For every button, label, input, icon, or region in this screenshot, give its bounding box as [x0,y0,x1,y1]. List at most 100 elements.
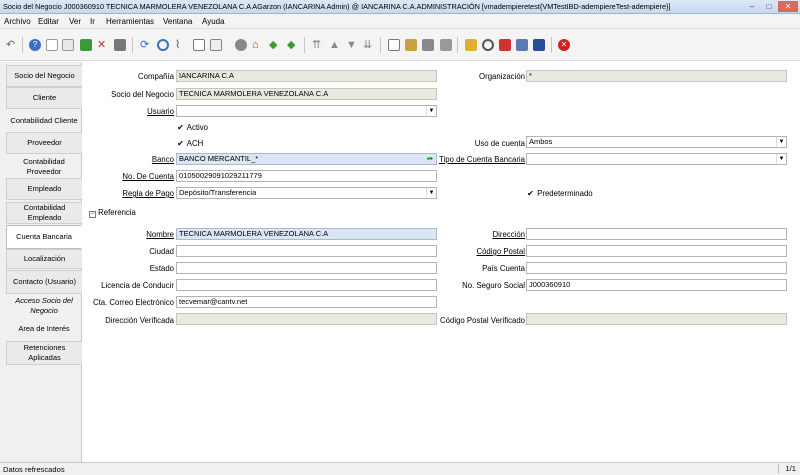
find-icon[interactable] [157,39,169,51]
minimize-button[interactable]: – [744,1,760,12]
estado-field[interactable] [176,262,437,274]
ach-checkbox[interactable]: ✔ ACH [176,139,203,148]
organizacion-field[interactable]: * [526,70,787,82]
predeterminado-checkbox[interactable]: ✔ Predeterminado [526,189,593,198]
tab-empleado[interactable]: Empleado [6,178,82,200]
referencia-section-header[interactable]: − Referencia [89,208,136,218]
print-icon[interactable] [422,39,434,51]
nombre-field[interactable]: TECNICA MARMOLERA VENEZOLANA C.A [176,228,437,240]
undo-icon[interactable]: ↶ [6,39,18,51]
correo-field[interactable]: tecvemar@cantv.net [176,296,437,308]
home-icon[interactable]: ⌂ [252,39,264,51]
tab-cuenta-bancaria[interactable]: Cuenta Bancaria [6,225,82,249]
detail-record-icon[interactable]: ◆ [287,39,299,51]
uso-cuenta-select[interactable]: Ambos ▼ [526,136,787,148]
parent-record-icon[interactable]: ◆ [269,39,281,51]
toolbar: ↶ ? ✕ ⟳ ⌇ ⌂ ◆ ◆ ⇈ ▲ ▼ ⇊ ✕ [0,29,800,61]
compania-label: Compañía [138,72,174,81]
seguro-social-field[interactable]: J000360910 [526,279,787,291]
tab-localizacion[interactable]: Localización [6,249,82,269]
socio-label: Socio del Negocio [111,90,174,99]
archive-icon[interactable] [405,39,417,51]
tab-cliente[interactable]: Cliente [6,87,82,109]
socio-field[interactable]: TECNICA MARMOLERA VENEZOLANA C.A [176,88,437,100]
menu-ventana[interactable]: Ventana [163,17,192,26]
last-record-icon[interactable]: ⇊ [363,39,375,51]
direccion-label-text: Dirección [492,230,526,239]
window-controls: – □ ✕ [744,1,798,12]
attachment-icon[interactable]: ⌇ [175,39,187,51]
menu-herramientas[interactable]: Herramientas [106,17,154,26]
checkmark-icon: ✔ [527,189,534,198]
codigo-postal-label: Código Postal [476,247,525,256]
copy-record-icon[interactable] [62,39,74,51]
chevron-down-icon[interactable]: ▼ [426,188,436,198]
ciudad-field[interactable] [176,245,437,257]
no-cuenta-label: No. De Cuenta [122,172,174,181]
dir-verificada-field[interactable] [176,313,437,325]
refresh-icon[interactable]: ⟳ [140,39,152,51]
tab-acceso-socio-del-negocio[interactable]: Acceso Socio del Negocio [6,295,82,317]
usuario-select[interactable]: ▼ [176,105,437,117]
print-preview-icon[interactable] [440,39,452,51]
regla-pago-label: Regla de Pago [122,189,174,198]
direccion-label: Dirección [493,230,526,239]
tab-retenciones-aplicadas[interactable]: Retenciones Aplicadas [6,341,82,365]
menu-ir[interactable]: Ir [90,17,95,26]
save-icon[interactable] [80,39,92,51]
help-icon[interactable]: ? [29,39,41,51]
report-icon[interactable] [388,39,400,51]
chevron-down-icon[interactable]: ▼ [776,137,786,147]
zoom-across-icon[interactable] [482,39,494,51]
pais-cuenta-field[interactable] [526,262,787,274]
no-cuenta-field[interactable]: 01050029091029211779 [176,170,437,182]
maximize-button[interactable]: □ [761,1,777,12]
uso-cuenta-label: Uso de cuenta [474,139,525,148]
tipo-cuenta-label: Tipo de Cuenta Bancaria [439,155,525,164]
banco-field[interactable]: BANCO MERCANTIL_* ➦ [176,153,437,165]
tab-area-de-interes[interactable]: Area de Interés [6,318,82,340]
tab-contacto-usuario[interactable]: Contacto (Usuario) [6,270,82,294]
toolbar-separator [380,37,381,53]
chevron-down-icon[interactable]: ▼ [776,154,786,164]
regla-pago-select[interactable]: Depósito/Transferencia ▼ [176,187,437,199]
menu-ver[interactable]: Ver [69,17,81,26]
next-record-icon[interactable]: ▼ [346,39,358,51]
tab-socio-del-negocio[interactable]: Socio del Negocio [6,65,82,87]
compania-field[interactable]: IANCARINA C.A [176,70,437,82]
ciudad-label: Ciudad [149,247,174,256]
delete-icon[interactable]: ✕ [97,39,109,51]
lookup-icon[interactable]: ➦ [424,154,436,164]
history-icon[interactable] [235,39,247,51]
direccion-field[interactable] [526,228,787,240]
tab-proveedor[interactable]: Proveedor [6,132,82,154]
chevron-down-icon[interactable]: ▼ [426,106,436,116]
window-title-bar: Socio del Negocio J000360910 TECNICA MAR… [0,0,800,14]
activo-checkbox[interactable]: ✔ Activo [176,123,208,132]
licencia-field[interactable] [176,279,437,291]
delete-selection-icon[interactable] [114,39,126,51]
first-record-icon[interactable]: ⇈ [312,39,324,51]
tab-contabilidad-empleado[interactable]: Contabilidad Empleado [6,202,82,224]
multi-record-icon[interactable] [210,39,222,51]
lock-icon[interactable] [465,39,477,51]
chat-icon[interactable] [193,39,205,51]
exit-icon[interactable]: ✕ [558,39,570,51]
tab-contabilidad-cliente[interactable]: Contabilidad Cliente [6,110,82,132]
codigo-postal-field[interactable] [526,245,787,257]
tipo-cuenta-select[interactable]: ▼ [526,153,787,165]
new-record-icon[interactable] [46,39,58,51]
previous-record-icon[interactable]: ▲ [329,39,341,51]
banco-label-text: Banco [151,155,174,164]
tab-contabilidad-proveedor[interactable]: Contabilidad Proveedor [6,156,82,178]
menu-ayuda[interactable]: Ayuda [202,17,225,26]
active-workflows-icon[interactable] [499,39,511,51]
product-info-icon[interactable] [533,39,545,51]
menu-editar[interactable]: Editar [38,17,59,26]
dir-verificada-label: Dirección Verificada [105,316,174,325]
collapse-icon[interactable]: − [89,211,96,218]
close-window-button[interactable]: ✕ [778,1,798,12]
cp-verificado-field[interactable] [526,313,787,325]
request-icon[interactable] [516,39,528,51]
menu-archivo[interactable]: Archivo [4,17,31,26]
